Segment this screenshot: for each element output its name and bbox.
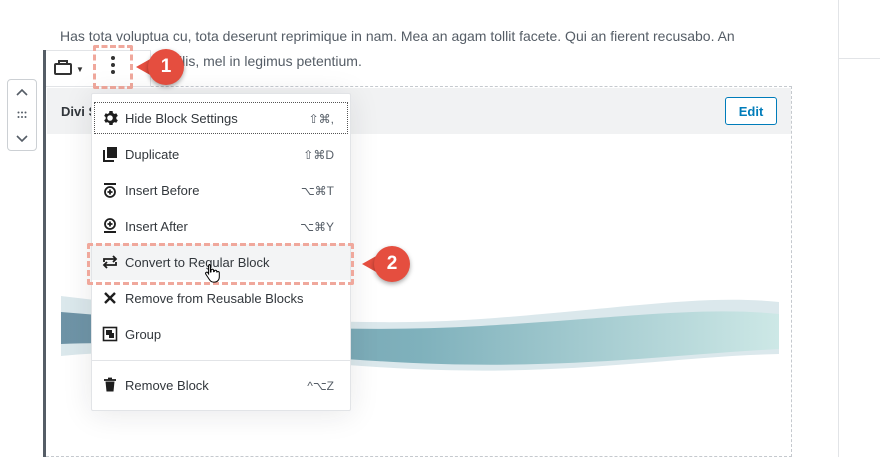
menu-separator (92, 360, 350, 361)
hand-pointer-icon (205, 264, 220, 283)
callout-1-number: 1 (148, 49, 184, 85)
menu-item-group[interactable]: Group (92, 316, 350, 352)
menu-item-shortcut: ⇧⌘D (303, 148, 334, 162)
menu-item-label: Remove from Reusable Blocks (125, 290, 304, 306)
menu-item-insert-after[interactable]: Insert After ⌥⌘Y (92, 208, 350, 244)
settings-sidebar-edge (838, 0, 880, 457)
callout-2-number: 2 (374, 246, 410, 282)
menu-item-shortcut: ⇧⌘, (308, 112, 334, 126)
convert-icon (102, 254, 118, 270)
insert-after-icon (102, 218, 118, 234)
insert-before-icon (102, 182, 118, 198)
menu-item-hide-block-settings[interactable]: Hide Block Settings ⇧⌘, (92, 100, 350, 136)
menu-item-shortcut: ^⌥Z (307, 379, 334, 393)
menu-item-shortcut: ⌥⌘T (300, 184, 334, 198)
block-settings-menu: Hide Block Settings ⇧⌘, Duplicate ⇧⌘D In… (91, 93, 351, 411)
menu-item-label: Convert to Regular Block (125, 254, 270, 270)
reusable-block-switcher[interactable]: ▼ (54, 60, 86, 77)
menu-item-remove-block[interactable]: Remove Block ^⌥Z (92, 367, 350, 403)
menu-item-label: Group (125, 326, 162, 342)
edit-button[interactable]: Edit (725, 97, 777, 125)
more-options-button[interactable] (96, 46, 130, 84)
callout-1: 1 (136, 49, 184, 85)
trash-icon (102, 377, 118, 393)
move-up-button[interactable] (8, 80, 36, 104)
drag-handle-icon[interactable] (8, 103, 36, 127)
gear-icon (102, 110, 118, 126)
group-icon (102, 326, 118, 342)
move-down-button[interactable] (8, 127, 36, 151)
block-mover (7, 79, 37, 151)
reusable-block-icon (54, 60, 72, 75)
menu-item-convert-to-regular-block[interactable]: Convert to Regular Block (92, 244, 350, 280)
menu-item-insert-before[interactable]: Insert Before ⌥⌘T (92, 172, 350, 208)
menu-item-remove-from-reusable-blocks[interactable]: Remove from Reusable Blocks (92, 280, 350, 316)
paragraph-line-1: Has tota voluptua cu, tota deserunt repr… (60, 28, 735, 44)
menu-item-duplicate[interactable]: Duplicate ⇧⌘D (92, 136, 350, 172)
close-icon (102, 290, 118, 306)
menu-item-shortcut: ⌥⌘Y (300, 220, 334, 234)
duplicate-icon (102, 146, 118, 162)
callout-2: 2 (362, 246, 412, 282)
caret-down-icon: ▼ (76, 64, 84, 74)
